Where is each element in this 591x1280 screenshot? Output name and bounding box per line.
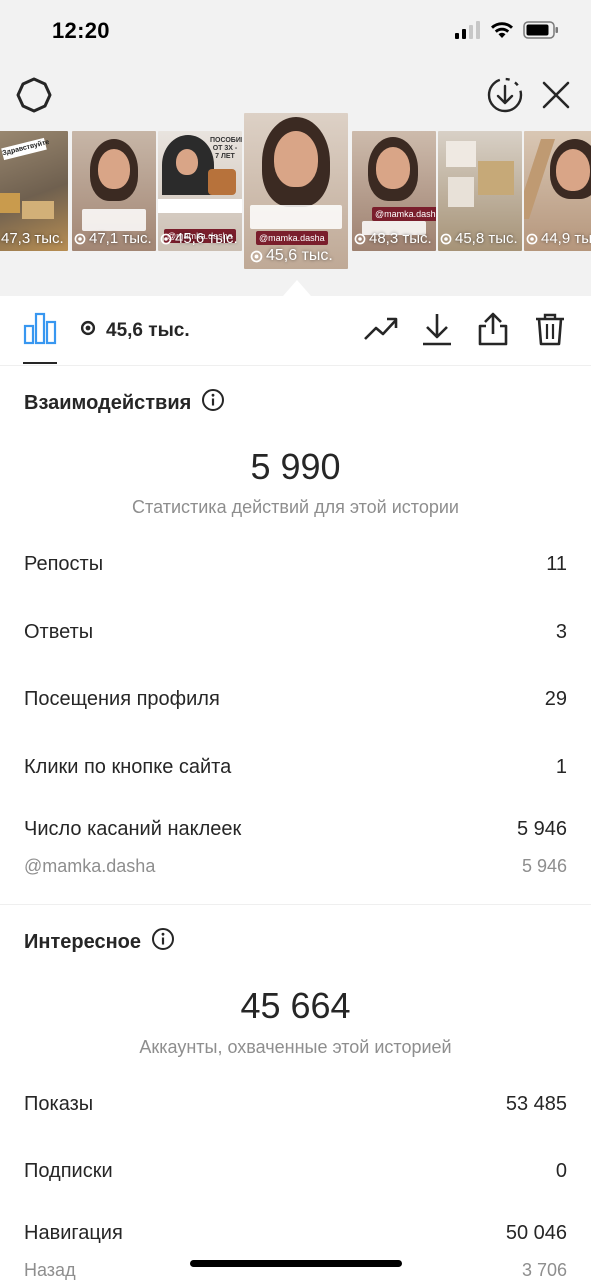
thumbnail-view-count: 47,3 тыс. [1, 230, 64, 247]
stat-row-sticker-taps: Число касаний наклеек 5 946 [24, 818, 567, 841]
status-icons [455, 20, 559, 44]
stat-label: Показы [24, 1093, 94, 1115]
trash-icon [534, 312, 566, 351]
story-mention: @mamka.dasha [372, 207, 436, 221]
share-button[interactable] [474, 312, 512, 350]
story-thumbnail[interactable]: Здравствуйте 47,3 тыс. [0, 131, 68, 251]
discovery-section-title: Интересное [24, 927, 175, 957]
stat-value: 53 485 [505, 1093, 567, 1115]
story-thumbnail[interactable]: 47,1 тыс. [72, 131, 156, 251]
total-views-value: 45,6 тыс. [106, 320, 190, 341]
active-tab-indicator [23, 362, 57, 364]
thumbnail-view-count: 48,3 тыс. [354, 230, 432, 247]
stat-label: Навигация [24, 1222, 123, 1244]
eye-icon [80, 320, 96, 342]
interactions-section-title: Взаимодействия [24, 388, 225, 418]
interactions-caption: Статистика действий для этой истории [132, 497, 459, 517]
stat-row-impressions: Показы 53 485 [24, 1093, 567, 1116]
stat-label: Подписки [24, 1160, 113, 1182]
story-thumbnail-selected[interactable]: @mamka.dasha 45,6 тыс. [244, 113, 348, 269]
thumbnail-view-count: 44,9 тыс. [526, 230, 591, 247]
stat-value: 50 046 [505, 1222, 567, 1244]
promote-button[interactable] [362, 312, 400, 350]
story-mention: @mamka.dasha [256, 231, 328, 245]
status-time: 12:20 [52, 18, 110, 43]
stat-label: Посещения профиля [24, 688, 220, 710]
stat-label: Клики по кнопке сайта [24, 756, 232, 778]
stat-row-navigation: Навигация 50 046 [24, 1222, 567, 1245]
section-divider [0, 904, 591, 905]
story-thumbnail[interactable]: @mamka.dasha 48,3 тыс. [352, 131, 436, 251]
status-bar: 12:20 [0, 0, 591, 62]
battery-icon [523, 20, 559, 44]
stat-value: 5 946 [521, 856, 567, 876]
insights-tab[interactable] [20, 310, 60, 350]
download-button[interactable] [418, 312, 456, 350]
stat-row-follows: Подписки 0 [24, 1160, 567, 1183]
reach-total: 45 664 [240, 985, 351, 1026]
story-thumbnail[interactable]: 45,8 тыс. [438, 131, 522, 251]
stat-label: Репосты [24, 553, 104, 575]
stat-row-profile-visits: Посещения профиля 29 [24, 688, 567, 711]
share-icon [477, 312, 509, 351]
stat-value: 29 [544, 688, 567, 710]
stat-row-replies: Ответы 3 [24, 621, 567, 644]
signal-icon [455, 20, 481, 44]
thumbnail-view-count: 45,6 тыс. [250, 247, 333, 265]
wifi-icon [490, 21, 514, 44]
bar-chart-icon [23, 311, 57, 350]
stat-row-website-clicks: Клики по кнопке сайта 1 [24, 756, 567, 779]
story-poster-text: ПОСОБИЕ ОТ 3Х - 7 ЛЕТ [210, 137, 242, 160]
info-icon[interactable] [201, 388, 225, 418]
stat-value: 11 [546, 553, 567, 575]
stat-value: 0 [555, 1160, 567, 1182]
stat-label: Число касаний наклеек [24, 818, 242, 840]
selection-pointer [283, 280, 311, 296]
home-indicator[interactable] [190, 1260, 402, 1267]
stat-label: @mamka.dasha [24, 856, 156, 876]
thumbnail-view-count: 45,6 тыс. [160, 230, 238, 247]
story-thumbnail[interactable]: ПОСОБИЕ ОТ 3Х - 7 ЛЕТ @mamka.dasha 45,6 … [158, 131, 242, 251]
thumbnail-view-count: 45,8 тыс. [440, 230, 518, 247]
stat-row-reposts: Репосты 11 [24, 553, 567, 576]
close-icon [541, 80, 571, 115]
stat-label: Ответы [24, 621, 94, 643]
story-thumbnail-strip[interactable]: Здравствуйте 47,3 тыс. 47,1 тыс. ПОСОБИЕ… [0, 113, 591, 273]
stat-row-sticker-mention: @mamka.dasha 5 946 [24, 856, 567, 877]
trending-up-icon [363, 316, 399, 347]
stat-value: 3 706 [521, 1260, 567, 1280]
reach-caption: Аккаунты, охваченные этой историей [139, 1037, 452, 1057]
thumbnail-view-count: 47,1 тыс. [74, 230, 152, 247]
insights-toolbar: 45,6 тыс. [0, 296, 591, 366]
stat-label: Назад [24, 1260, 76, 1280]
story-preview-area: 12:20 Здравствуйте 47,3 тыс. 47,1 тыс. П… [0, 0, 591, 296]
delete-button[interactable] [531, 312, 569, 350]
download-icon [421, 312, 453, 351]
total-views[interactable]: 45,6 тыс. [80, 320, 190, 342]
stat-value: 3 [555, 621, 567, 643]
stat-value: 5 946 [516, 818, 567, 840]
story-thumbnail[interactable]: 44,9 тыс. [524, 131, 591, 251]
stat-value: 1 [555, 756, 567, 778]
info-icon[interactable] [151, 927, 175, 957]
interactions-total: 5 990 [250, 446, 341, 487]
